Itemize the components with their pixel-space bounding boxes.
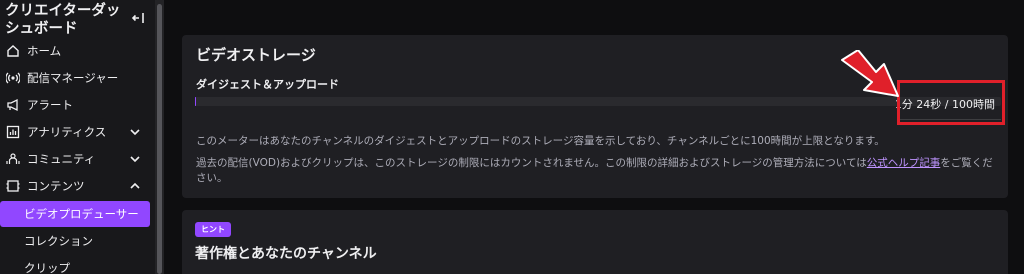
sidebar-subitem-label: クリップ <box>24 261 70 274</box>
broadcast-icon <box>6 72 20 83</box>
sidebar-subitem-label: ビデオプロデューサー <box>24 207 139 221</box>
analytics-icon <box>6 125 20 138</box>
sidebar-item-stream-manager[interactable]: 配信マネージャー <box>0 64 155 91</box>
collapse-sidebar-icon[interactable] <box>131 10 147 26</box>
sidebar-subitem-video-producer[interactable]: ビデオプロデューサー <box>0 201 150 227</box>
sidebar: クリエイターダッシュボード ホーム 配信マネージャー アラート アナリティクス <box>0 0 155 274</box>
megaphone-icon <box>7 98 18 111</box>
sidebar-item-label: アラート <box>27 97 73 112</box>
sidebar-item-label: 配信マネージャー <box>27 70 119 85</box>
sidebar-item-label: コミュニティ <box>27 151 96 166</box>
home-icon <box>7 44 19 57</box>
sidebar-item-analytics[interactable]: アナリティクス <box>0 118 155 145</box>
section-label: ダイジェスト＆アップロード <box>196 78 339 91</box>
sidebar-item-label: アナリティクス <box>27 124 107 139</box>
sidebar-item-community[interactable]: コミュニティ <box>0 145 155 172</box>
sidebar-item-home[interactable]: ホーム <box>0 37 155 64</box>
community-icon <box>6 152 20 164</box>
sidebar-scrollbar[interactable] <box>155 0 164 274</box>
annotation-highlight-box <box>897 80 1005 125</box>
sidebar-subitem-clips[interactable]: クリップ <box>0 255 150 274</box>
sidebar-title: クリエイターダッシュボード <box>5 3 121 37</box>
note-text: 過去の配信(VOD)およびクリップは、このストレージの制限にはカウントされません… <box>196 157 867 169</box>
chevron-up-icon[interactable] <box>129 180 141 192</box>
chevron-down-icon[interactable] <box>129 126 141 138</box>
sidebar-item-label: ホーム <box>27 43 62 58</box>
chevron-down-icon[interactable] <box>129 153 141 165</box>
card-title: 著作権とあなたのチャンネル <box>195 246 377 262</box>
card-title: ビデオストレージ <box>196 46 316 64</box>
sidebar-subitem-collections[interactable]: コレクション <box>0 228 150 254</box>
annotation-arrow-icon <box>841 50 899 97</box>
sidebar-item-content[interactable]: コンテンツ <box>0 172 155 199</box>
sidebar-item-label: コンテンツ <box>27 178 85 193</box>
storage-limit-note: 過去の配信(VOD)およびクリップは、このストレージの制限にはカウントされません… <box>196 156 996 186</box>
hint-badge: ヒント <box>195 222 231 237</box>
sidebar-scrollbar-thumb[interactable] <box>157 4 162 274</box>
content-icon <box>6 179 20 192</box>
storage-description: このメーターはあなたのチャンネルのダイジェストとアップロードのストレージ容量を示… <box>196 135 885 147</box>
sidebar-subitem-label: コレクション <box>24 234 93 248</box>
copyright-card: ヒント 著作権とあなたのチャンネル <box>182 210 1008 274</box>
sidebar-item-alerts[interactable]: アラート <box>0 91 155 118</box>
help-article-link[interactable]: 公式ヘルプ記事 <box>867 157 941 169</box>
